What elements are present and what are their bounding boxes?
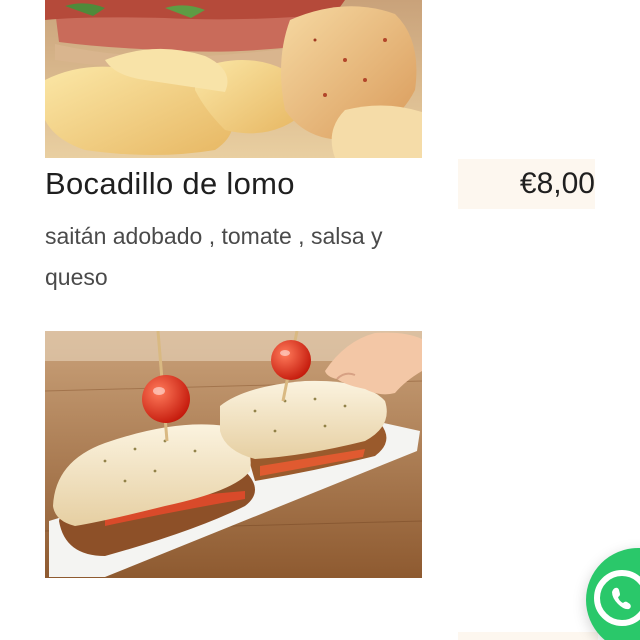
previous-item-photo [45, 0, 422, 158]
fries-photo-illustration [45, 0, 422, 158]
sandwich-photo-illustration [45, 331, 422, 578]
item-description: saitán adobado , tomate , salsa y queso [45, 223, 383, 290]
price-box: €8,00 [458, 159, 595, 209]
item-photo [45, 331, 422, 578]
item-price: €8,00 [519, 167, 595, 200]
next-item-price-box [458, 632, 598, 640]
item-title: Bocadillo de lomo [45, 166, 295, 201]
menu-page: Bocadillo de lomo €8,00 saitán adobado ,… [0, 0, 640, 640]
phone-icon [612, 587, 631, 610]
whatsapp-button[interactable] [586, 548, 640, 640]
